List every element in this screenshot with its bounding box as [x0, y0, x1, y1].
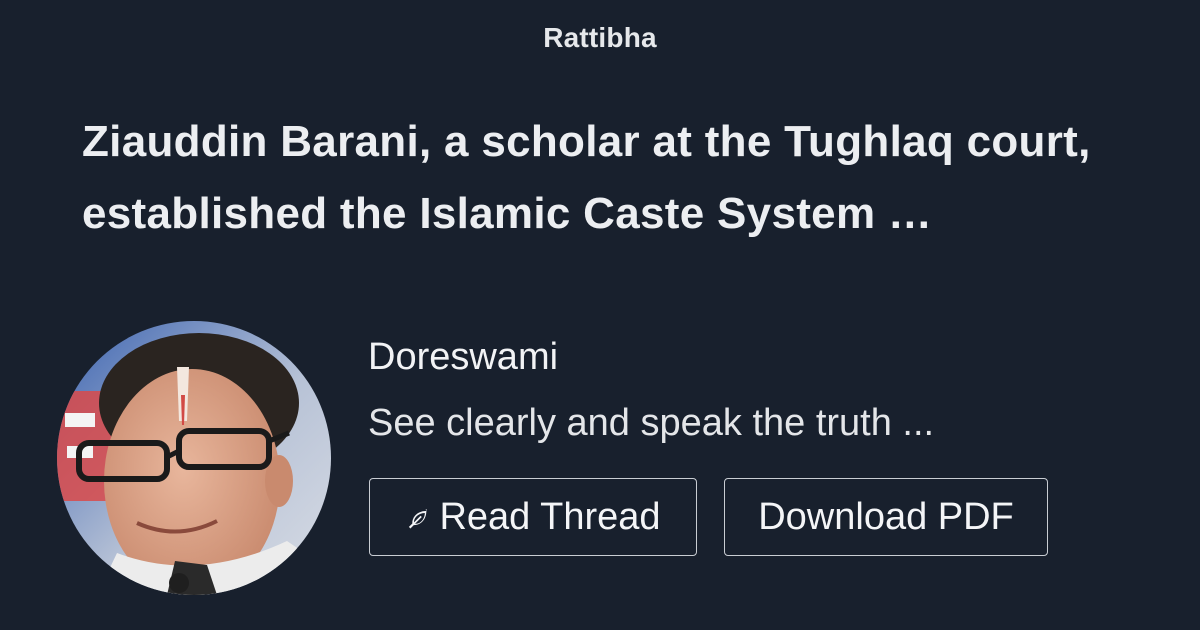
avatar-photo	[57, 321, 331, 595]
read-thread-label: Read Thread	[439, 495, 661, 538]
download-pdf-label: Download PDF	[758, 495, 1014, 538]
download-pdf-button[interactable]: Download PDF	[724, 478, 1048, 556]
thread-title: Ziauddin Barani, a scholar at the Tughla…	[82, 117, 1091, 238]
read-thread-button[interactable]: Read Thread	[369, 478, 697, 556]
author-bio: See clearly and speak the truth ...	[368, 402, 935, 444]
site-brand[interactable]: Rattibha	[0, 22, 1200, 54]
author-avatar	[57, 321, 331, 595]
author-name[interactable]: Doreswami	[368, 336, 558, 379]
feather-icon	[405, 507, 431, 533]
